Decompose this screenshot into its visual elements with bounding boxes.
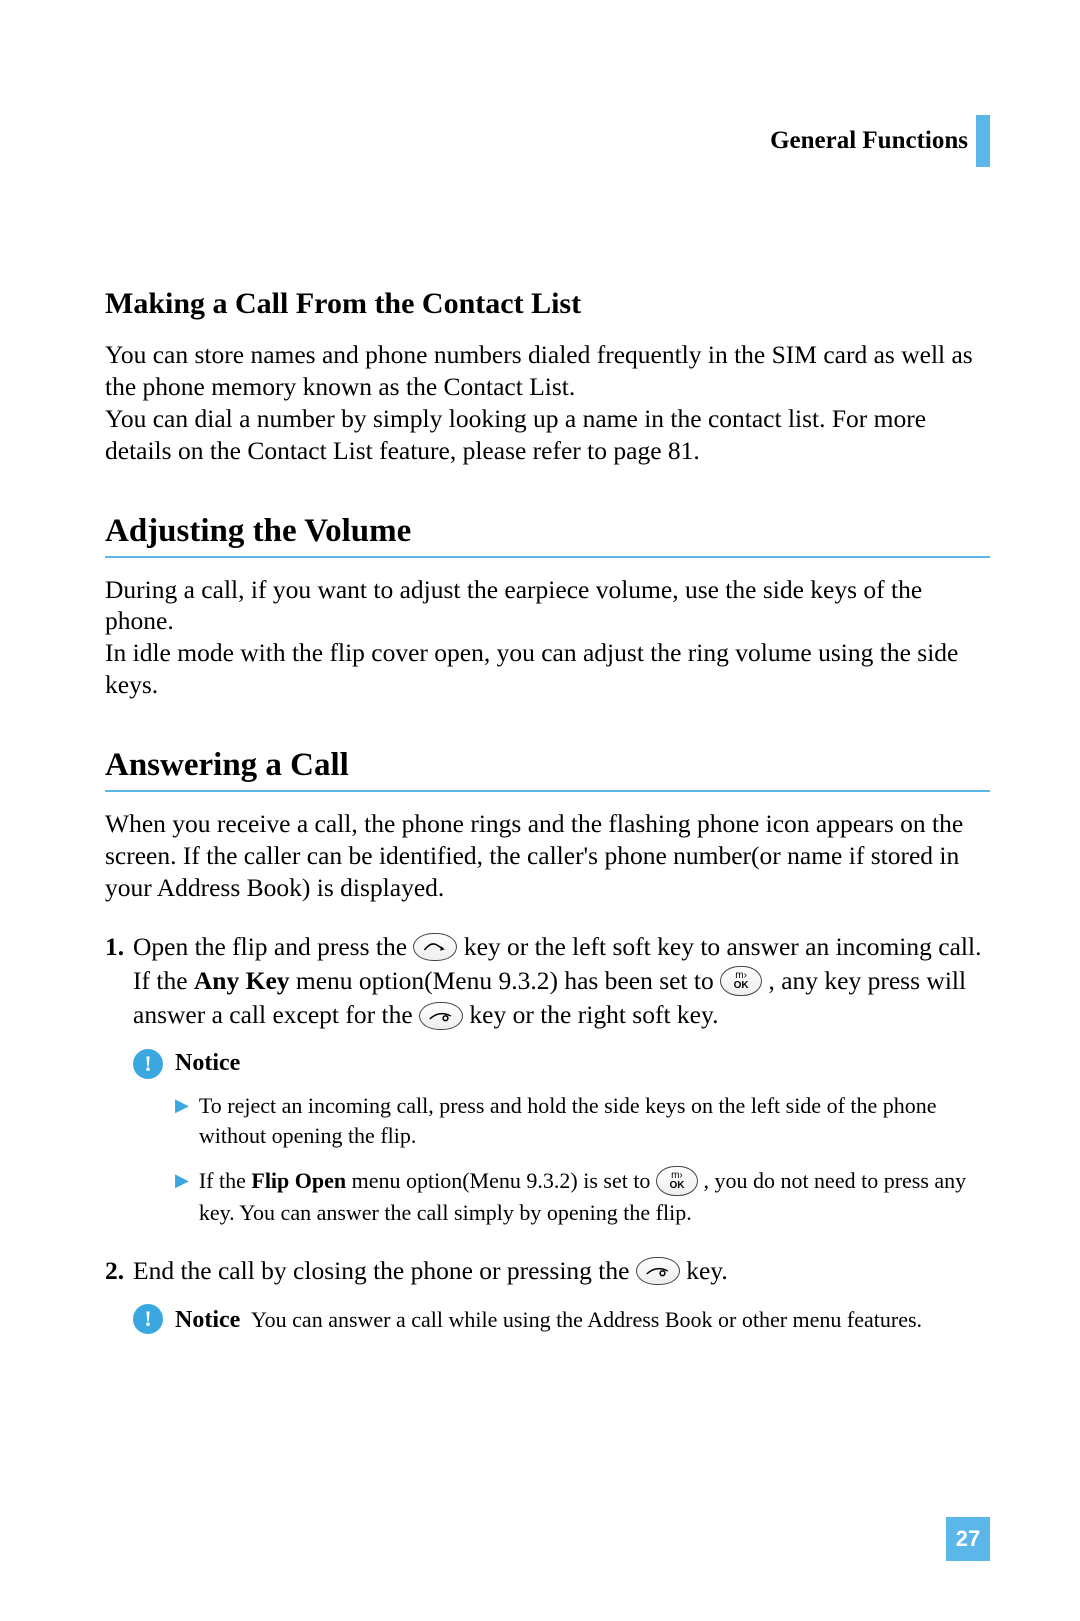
- step-text: End the call by closing the phone or pre…: [133, 1254, 728, 1288]
- end-key-icon: [419, 1002, 463, 1030]
- end-key-icon: [636, 1257, 680, 1285]
- body-text: When you receive a call, the phone rings…: [105, 808, 990, 904]
- step-number: 1.: [105, 930, 133, 1033]
- section-heading-answering: Answering a Call: [105, 747, 990, 792]
- notice-header: ! Notice: [133, 1049, 990, 1079]
- notice-title: Notice: [175, 1050, 240, 1077]
- body-text: During a call, if you want to adjust the…: [105, 574, 990, 702]
- page-header: General Functions: [105, 115, 990, 167]
- header-accent-bar: [976, 115, 990, 167]
- body-text: You can store names and phone numbers di…: [105, 339, 990, 467]
- send-key-icon: [413, 933, 457, 961]
- bullet-triangle-icon: ▶: [175, 1168, 189, 1230]
- notice-icon: !: [133, 1304, 163, 1334]
- step-1: 1. Open the flip and press the key or th…: [105, 930, 990, 1033]
- ok-key-icon: m›OK: [720, 966, 762, 996]
- page-number: 27: [946, 1517, 990, 1561]
- header-title: General Functions: [770, 127, 968, 155]
- section-heading-volume: Adjusting the Volume: [105, 513, 990, 558]
- notice-text: Notice You can answer a call while using…: [175, 1304, 990, 1336]
- bullet-triangle-icon: ▶: [175, 1093, 189, 1152]
- notice-bullet: ▶ If the Flip Open menu option(Menu 9.3.…: [175, 1166, 990, 1228]
- ok-key-icon: m›OK: [656, 1166, 698, 1196]
- notice-inline: ! Notice You can answer a call while usi…: [133, 1304, 990, 1336]
- notice-block: ! Notice ▶ To reject an incoming call, p…: [133, 1049, 990, 1228]
- notice-text: To reject an incoming call, press and ho…: [199, 1091, 990, 1150]
- notice-text: If the Flip Open menu option(Menu 9.3.2)…: [199, 1166, 990, 1228]
- subsection-heading-contact-list: Making a Call From the Contact List: [105, 287, 990, 321]
- step-text: Open the flip and press the key or the l…: [133, 930, 990, 1033]
- page: General Functions Making a Call From the…: [0, 0, 1080, 1621]
- notice-icon: !: [133, 1049, 163, 1079]
- step-number: 2.: [105, 1254, 133, 1288]
- step-2: 2. End the call by closing the phone or …: [105, 1254, 990, 1288]
- notice-bullet: ▶ To reject an incoming call, press and …: [175, 1091, 990, 1150]
